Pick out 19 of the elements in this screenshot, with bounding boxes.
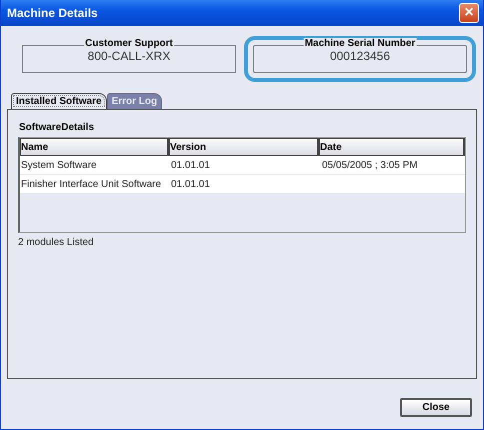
table-cell-text: Finisher Interface Unit Software [20,178,162,192]
column-header[interactable]: Date [319,138,465,156]
column-header[interactable]: Name [20,138,169,156]
table-row[interactable]: Finisher Interface Unit Software 01.01.01 [20,175,465,194]
close-button[interactable]: Close [400,398,472,417]
tab[interactable]: Installed Software [11,93,107,109]
table-row[interactable]: System Software 01.01.01 05/05/2005 ; 3:05 PM [20,156,465,175]
table-cell-text: 01.01.01 [170,178,211,192]
window-title: Machine Details [7,6,98,20]
group-label: Machine Serial Number [304,38,416,49]
group-value: 800-CALL-XRX [88,49,170,63]
group-value: 000123456 [330,49,390,63]
section-title: SoftwareDetails [19,122,96,133]
table-cell-text: 01.01.01 [170,158,211,172]
column-header[interactable]: Version [169,138,319,156]
status-text: 2 modules Listed [18,237,95,248]
table-cell-text: 05/05/2005 ; 3:05 PM [321,158,419,172]
group-label: Customer Support [84,38,174,49]
table-cell-text: System Software [20,158,98,172]
